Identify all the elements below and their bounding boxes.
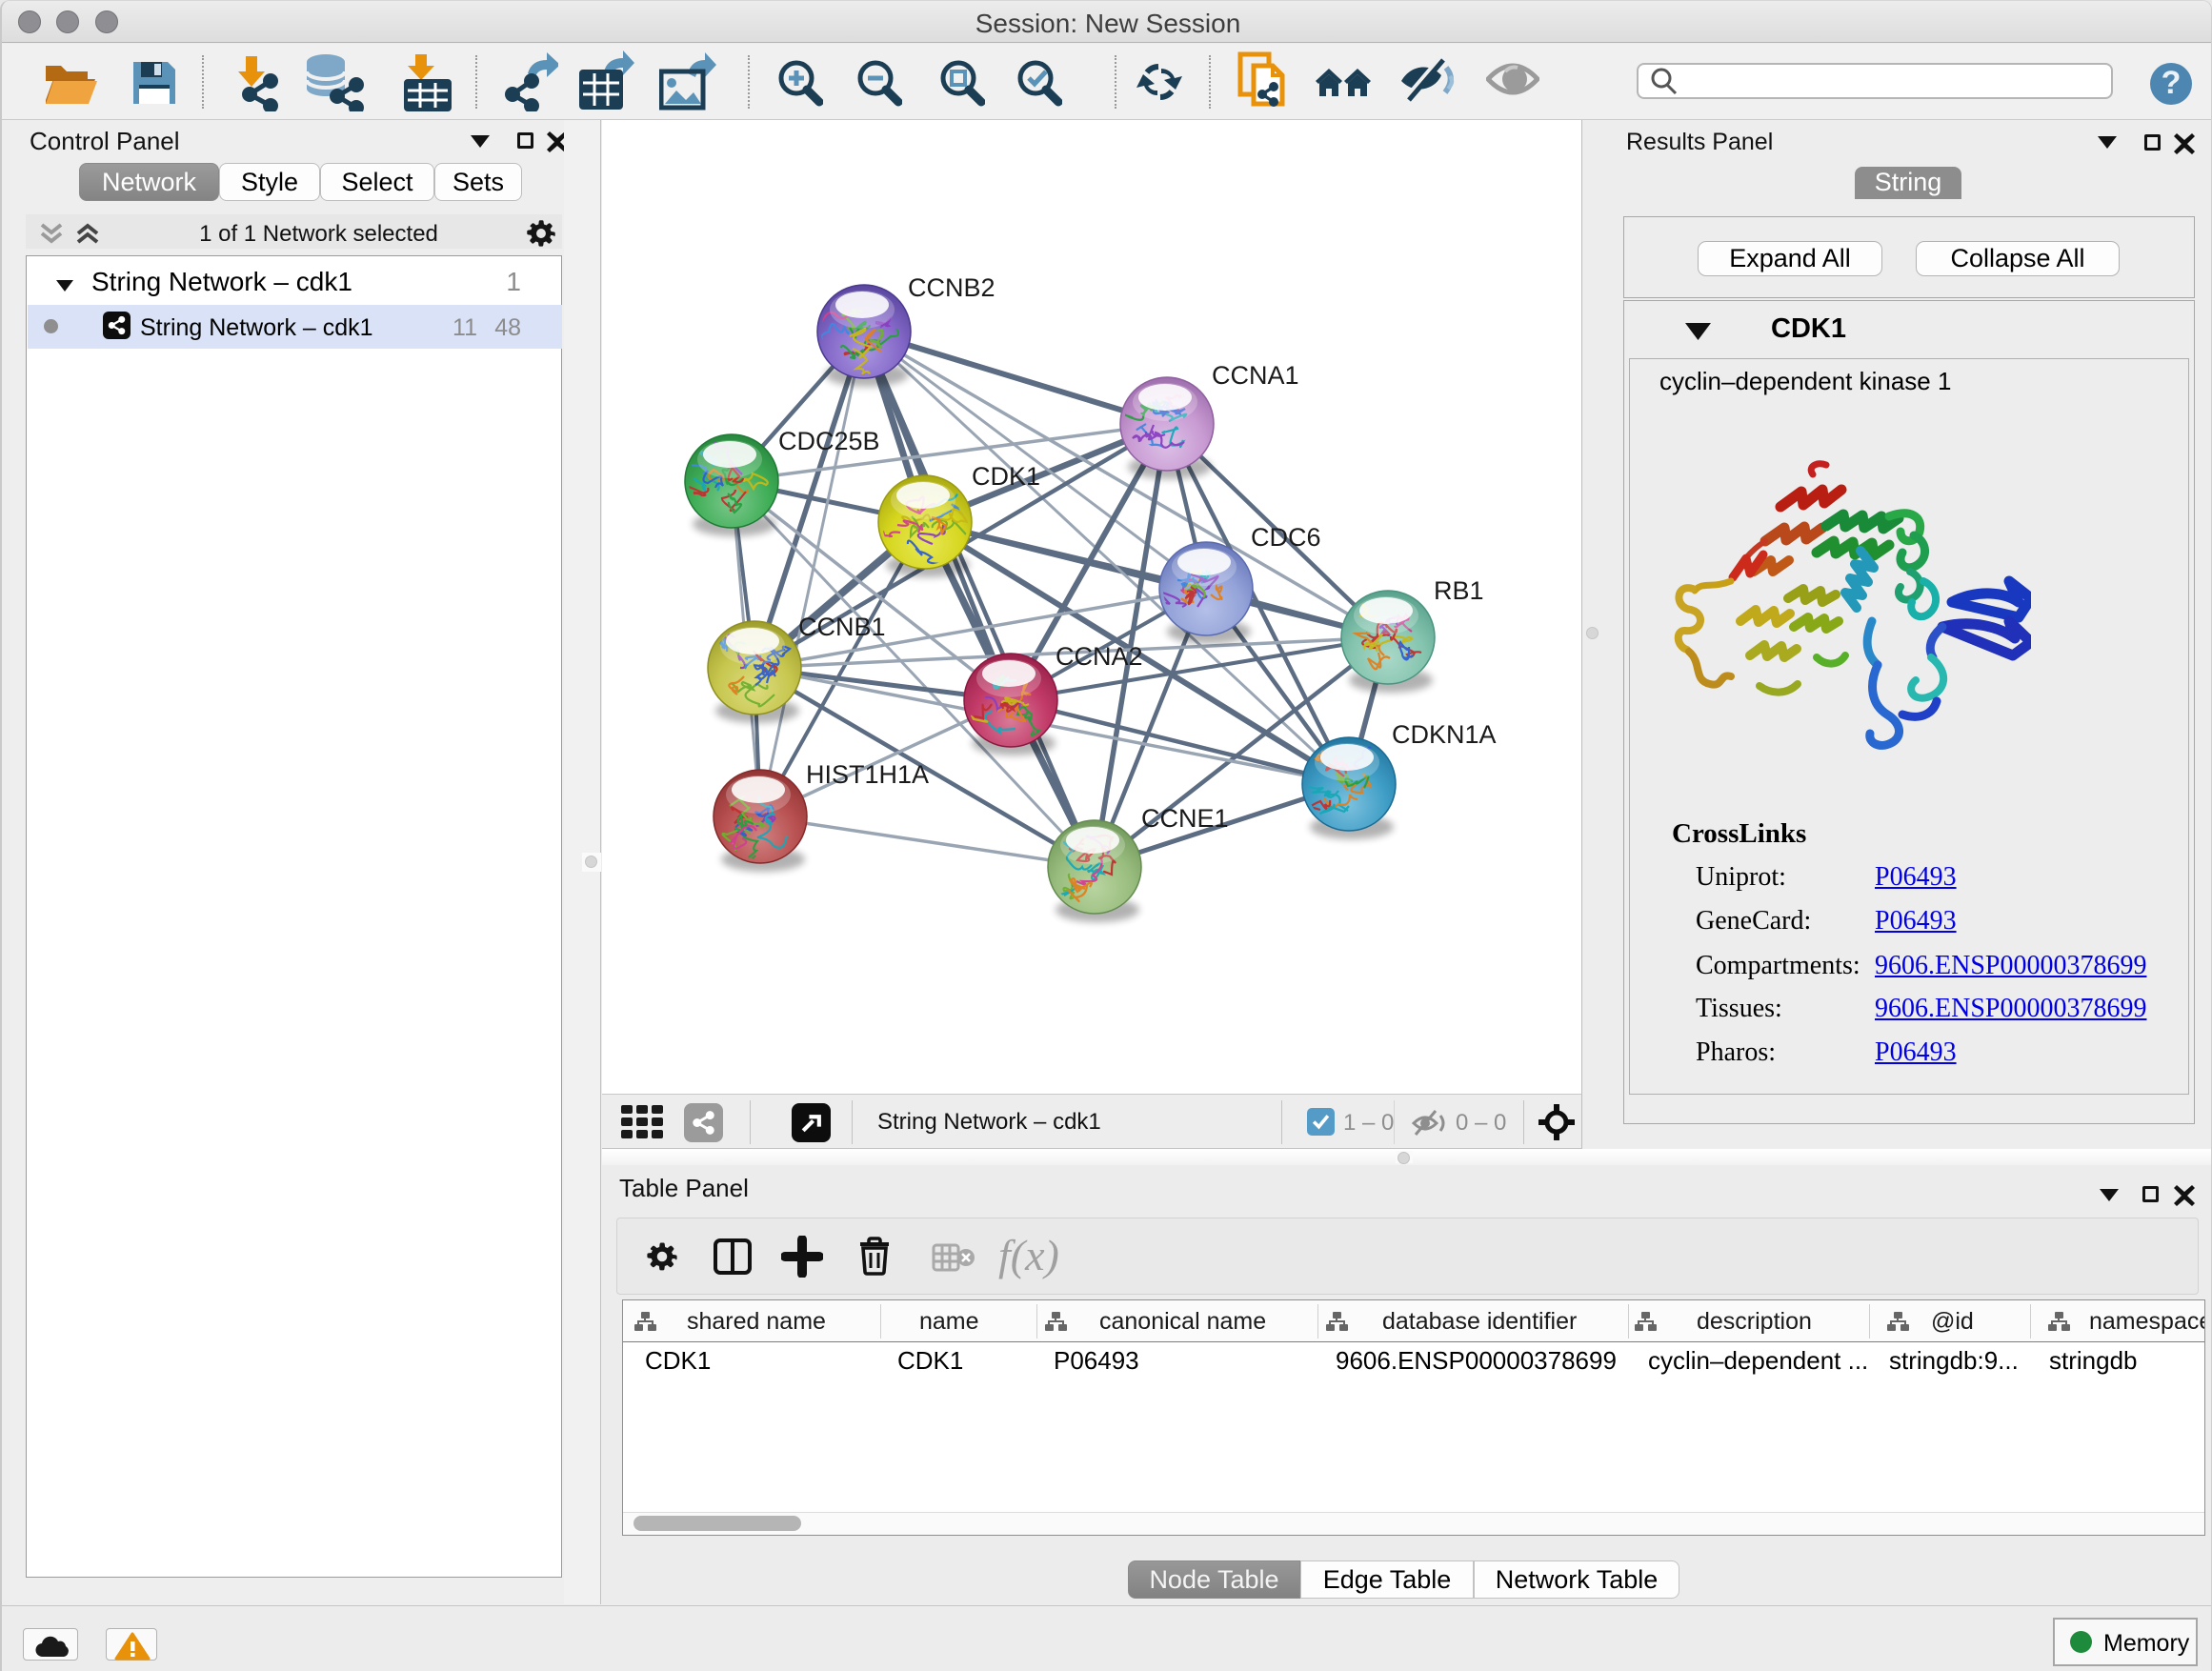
svg-text:CDC6: CDC6 (1251, 523, 1321, 552)
svg-text:CCNE1: CCNE1 (1141, 804, 1229, 833)
svg-text:CCNB2: CCNB2 (908, 273, 995, 302)
svg-text:CDK1: CDK1 (972, 462, 1040, 491)
svg-text:HIST1H1A: HIST1H1A (806, 760, 929, 789)
svg-text:CDC25B: CDC25B (778, 427, 880, 455)
svg-text:CCNA1: CCNA1 (1212, 361, 1299, 390)
svg-text:RB1: RB1 (1434, 576, 1484, 605)
svg-text:CDKN1A: CDKN1A (1392, 720, 1497, 749)
svg-text:CCNB1: CCNB1 (798, 613, 886, 641)
svg-text:CCNA2: CCNA2 (1056, 642, 1143, 671)
